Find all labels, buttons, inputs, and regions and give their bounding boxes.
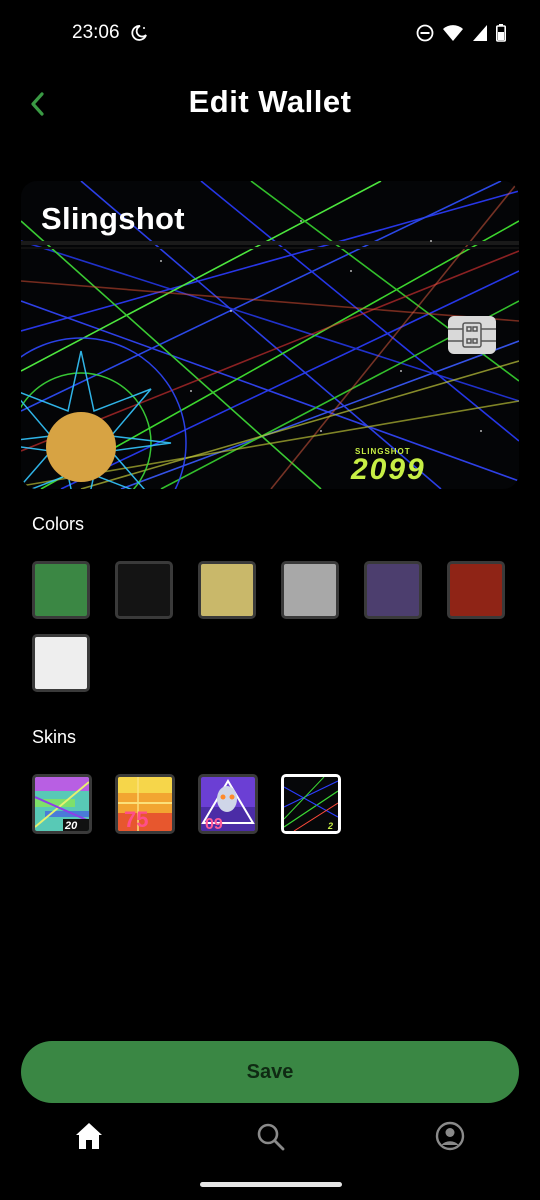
card-coin-logo xyxy=(46,412,116,482)
skin-face-text: 09 xyxy=(205,816,223,831)
moon-icon xyxy=(131,25,147,41)
color-swatch[interactable] xyxy=(198,561,256,619)
signal-icon xyxy=(473,25,487,41)
wallet-card-preview: Slingshot SLINGSHOT 2099 xyxy=(21,181,519,489)
color-swatch[interactable] xyxy=(32,561,90,619)
skin-slingshot-text: 2 xyxy=(327,821,333,831)
skin-option-retro[interactable]: 75 xyxy=(115,774,175,834)
home-icon[interactable] xyxy=(73,1120,105,1152)
color-swatch[interactable] xyxy=(115,561,173,619)
search-icon[interactable] xyxy=(254,1120,286,1152)
profile-icon[interactable] xyxy=(434,1120,466,1152)
color-swatch[interactable] xyxy=(364,561,422,619)
skin-retro-text: 75 xyxy=(124,807,148,831)
skin-glitch-text: 20 xyxy=(64,820,78,831)
save-button[interactable]: Save xyxy=(21,1041,519,1103)
battery-icon xyxy=(496,24,506,42)
do-not-disturb-icon xyxy=(416,24,434,42)
color-swatch[interactable] xyxy=(281,561,339,619)
status-bar: 23:06 xyxy=(0,0,540,68)
card-name: Slingshot xyxy=(41,201,185,236)
status-time: 23:06 xyxy=(72,22,120,43)
color-swatch[interactable] xyxy=(447,561,505,619)
skins-heading: Skins xyxy=(32,727,77,747)
color-swatch[interactable] xyxy=(32,634,90,692)
colors-heading: Colors xyxy=(32,514,85,534)
card-brand-big: 2099 xyxy=(351,453,426,486)
skin-option-glitch[interactable]: 20 xyxy=(32,774,92,834)
card-chip-icon xyxy=(448,316,496,354)
wifi-icon xyxy=(443,25,463,41)
skin-option-slingshot-selected[interactable]: 2 xyxy=(281,774,341,834)
page-title: Edit Wallet xyxy=(188,84,352,119)
header: Edit Wallet xyxy=(0,76,540,132)
home-indicator[interactable] xyxy=(200,1182,342,1187)
skin-option-face[interactable]: 09 xyxy=(198,774,258,834)
